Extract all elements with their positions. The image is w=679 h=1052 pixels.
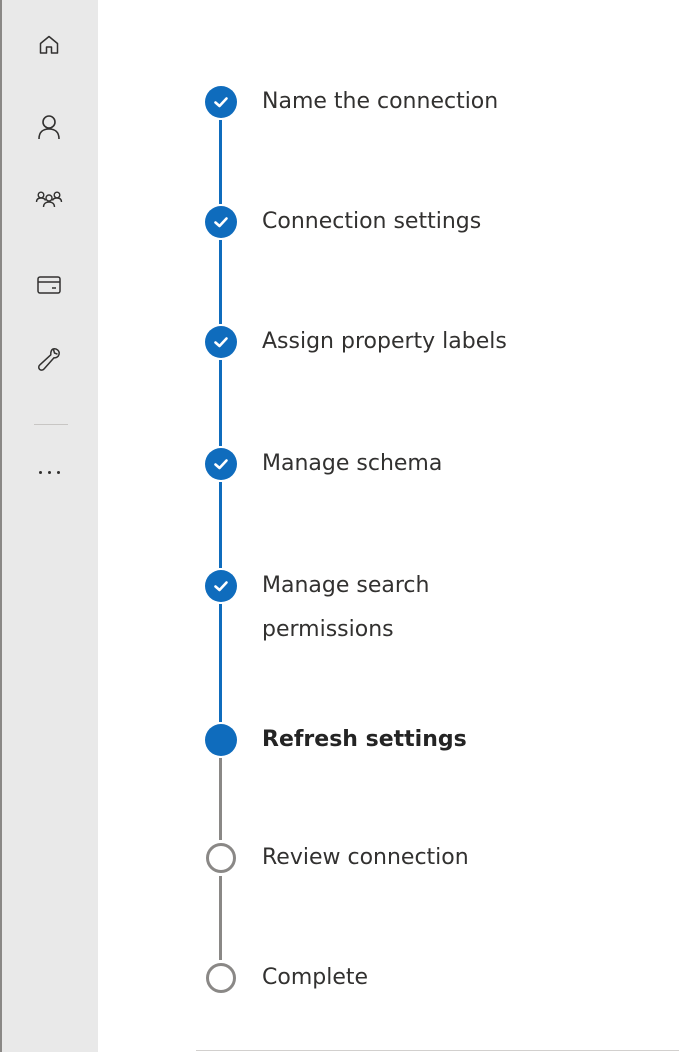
wrench-icon[interactable] [32,343,66,377]
more-dot [56,470,60,474]
step-label: Complete [262,965,369,990]
step-label: Manage search permissions [262,573,430,642]
empty-circle-icon [206,843,236,873]
step-connector-completed [219,360,222,446]
step-connector-pending [219,758,222,840]
step-connector-completed [219,604,222,722]
step-label: Refresh settings [262,727,467,752]
step-label: Assign property labels [262,329,507,354]
rail-divider [34,424,68,425]
wizard-step[interactable]: Name the connection [204,85,624,119]
checkmark-icon [205,86,237,118]
step-marker [204,325,238,359]
app-frame: Name the connection Connection settings … [0,0,679,1052]
current-step-dot-icon [205,724,237,756]
wizard-step[interactable]: Manage schema [204,447,624,481]
checkmark-icon [205,206,237,238]
wizard-step-current[interactable]: Refresh settings [204,723,624,757]
step-marker [204,961,238,995]
home-icon[interactable] [32,28,66,62]
wizard-step[interactable]: Connection settings [204,205,624,239]
more-options-icon[interactable] [32,460,66,484]
more-dot [38,470,42,474]
wizard-step[interactable]: Review connection [204,841,624,875]
wizard-step[interactable]: Complete [204,961,624,995]
step-connector-pending [219,876,222,960]
step-connector-completed [219,120,222,204]
step-connector-completed [219,482,222,568]
step-label: Name the connection [262,89,499,114]
step-marker [204,569,238,603]
wizard-step[interactable]: Assign property labels [204,325,624,359]
checkmark-icon [205,570,237,602]
people-icon[interactable] [32,183,66,217]
wizard-step[interactable]: Manage search permissions [204,569,624,642]
step-label: Manage schema [262,451,443,476]
step-marker [204,447,238,481]
step-marker [204,85,238,119]
billing-card-icon[interactable] [32,268,66,302]
more-dot [47,470,51,474]
step-connector-completed [219,240,222,324]
empty-circle-icon [206,963,236,993]
step-label: Review connection [262,845,469,870]
checkmark-icon [205,448,237,480]
step-marker [204,723,238,757]
checkmark-icon [205,326,237,358]
step-marker [204,205,238,239]
step-marker [204,841,238,875]
left-nav-rail [2,0,98,1052]
bottom-divider [196,1050,679,1051]
person-icon[interactable] [32,110,66,144]
step-label: Connection settings [262,209,482,234]
